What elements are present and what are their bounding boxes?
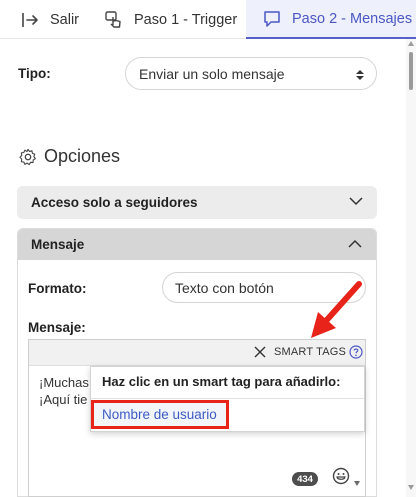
close-icon[interactable] [254,346,266,358]
scrollbar-thumb[interactable] [409,52,413,90]
emoji-icon[interactable] [332,467,350,485]
smart-tags-button[interactable]: SMART TAGS [274,346,346,358]
tab-label: Paso 1 - Trigger [134,11,238,28]
accordion-title: Acceso solo a seguidores [31,195,198,210]
scrollbar-track[interactable] [406,39,416,497]
editor-text-line: ¡Muchas [39,375,89,390]
char-counter-badge: 434 [292,472,318,486]
accordion-mensaje-header[interactable]: Mensaje [18,229,376,260]
tipo-select-value: Enviar un solo mensaje [139,65,285,82]
editor-text-line: ¡Aquí tie [39,392,88,407]
popup-title: Haz clic en un smart tag para añadirlo: [102,374,341,389]
annotation-arrow-icon [311,281,362,338]
chevron-up-icon [348,239,362,248]
tab-label: Paso 2 - Mensajes [292,10,413,27]
tipo-select[interactable]: Enviar un solo mensaje [125,57,377,90]
smart-tag-popup: Haz clic en un smart tag para añadirlo: … [90,366,365,432]
scroll-down-arrow-icon[interactable] [408,485,414,490]
editor-text[interactable]: ¡Muchas ¡Aquí tie [39,374,89,408]
tab-paso-1[interactable]: Paso 1 - Trigger [86,0,246,39]
options-title: Opciones [44,146,121,166]
divider [91,398,364,399]
tab-paso-2[interactable]: Paso 2 - Mensajes [246,0,416,39]
accordion-seguidores[interactable]: Acceso solo a seguidores [17,186,377,219]
tipo-label: Tipo: [18,66,51,81]
help-icon[interactable] [349,345,363,359]
tab-salir[interactable]: Salir [0,0,86,39]
tab-label: Salir [50,11,80,28]
formato-select-value: Texto con botón [175,279,274,296]
accordion-title: Mensaje [31,237,85,252]
scroll-up-arrow-icon[interactable] [408,41,414,46]
smart-tag-item-nombre-de-usuario[interactable]: Nombre de usuario [91,400,229,429]
chat-bubble-icon [262,9,282,29]
editor-scroll-down-arrow-icon[interactable] [354,481,360,486]
select-arrows-icon [356,70,364,80]
tab-bar: Salir Paso 1 - Trigger Paso 2 - Mensajes [0,0,416,39]
gear-icon [19,148,36,165]
formato-label: Formato: [28,281,87,296]
exit-arrow-icon [20,10,40,30]
pointer-hand-icon [104,10,124,30]
chevron-down-icon [349,197,363,206]
options-heading: Opciones [19,146,120,167]
mensaje-label: Mensaje: [28,320,86,335]
